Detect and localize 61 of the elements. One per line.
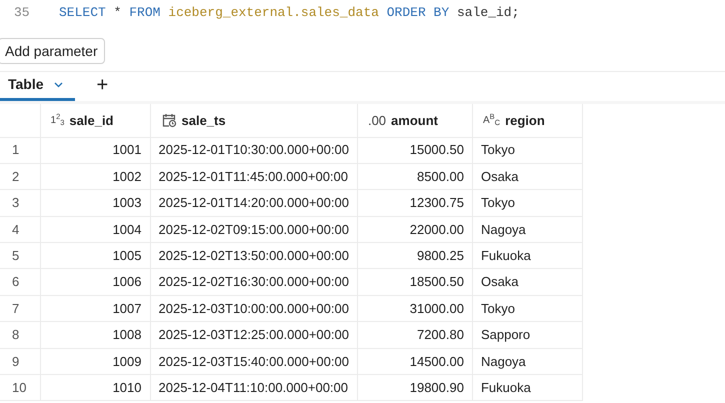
table-cell: 1005 — [112, 248, 142, 263]
table-cell: Nagoya — [480, 222, 526, 237]
row-number: 6 — [12, 274, 20, 290]
table-cell: 2025-12-04T11:10:00.000+00:00 — [158, 380, 348, 395]
table-cell: 15000.50 — [410, 142, 464, 158]
chevron-down-icon — [54, 82, 63, 88]
column-header: sale_id — [69, 112, 114, 130]
row-number: 2 — [12, 168, 20, 184]
table-cell: Fukuoka — [480, 380, 531, 395]
table-cell: 1004 — [112, 222, 142, 237]
table-cell: 7200.80 — [416, 327, 464, 342]
calendar-clock-icon — [160, 112, 176, 128]
column-header: amount — [391, 112, 438, 130]
table-cell: 8500.00 — [416, 168, 464, 184]
column-header: sale_ts — [182, 112, 226, 130]
row-number: 5 — [12, 248, 20, 263]
line-number: 35 — [14, 4, 31, 22]
table-cell: 2025-12-02T13:50:00.000+00:00 — [158, 248, 349, 263]
table-cell: 2025-12-03T10:00:00.000+00:00 — [158, 300, 349, 316]
row-number: 1 — [12, 142, 20, 158]
row-number: 8 — [12, 327, 20, 342]
table-cell: Nagoya — [480, 354, 526, 369]
table-cell: 2025-12-03T12:25:00.000+00:00 — [158, 327, 349, 342]
table-cell: 1007 — [112, 300, 142, 316]
table-cell: 1009 — [112, 354, 142, 369]
column-header: region — [505, 112, 545, 130]
table-cell: 1010 — [112, 380, 142, 395]
table-cell: 14500.00 — [410, 354, 464, 369]
table-cell: 2025-12-03T15:40:00.000+00:00 — [158, 354, 349, 369]
table-cell: 12300.75 — [410, 195, 464, 210]
row-number: 9 — [12, 354, 20, 369]
sql-code-line: SELECT * FROM iceberg_external.sales_data ORDER BY sale_id; — [59, 4, 520, 22]
table-cell: Fukuoka — [480, 248, 531, 263]
table-cell: 1002 — [112, 168, 142, 184]
table-cell: 1008 — [112, 327, 142, 342]
row-number: 4 — [12, 222, 20, 237]
table-cell: 2025-12-01T10:30:00.000+00:00 — [158, 142, 349, 158]
table-cell: Osaka — [480, 168, 519, 184]
table-cell: Tokyo — [480, 300, 515, 316]
table-cell: 2025-12-02T16:30:00.000+00:00 — [158, 274, 349, 290]
table-cell: Sapporo — [480, 327, 530, 342]
row-number: 7 — [12, 300, 20, 316]
table-cell: 2025-12-01T11:45:00.000+00:00 — [158, 168, 348, 184]
table-cell: 22000.00 — [410, 222, 464, 237]
decimal-type-icon: .00 — [368, 110, 386, 130]
table-cell: 18500.50 — [410, 274, 464, 290]
table-cell: 1006 — [112, 274, 142, 290]
row-number: 3 — [12, 195, 20, 210]
table-cell: 1003 — [112, 195, 142, 210]
table-cell: 1001 — [112, 142, 142, 158]
table-cell: 31000.00 — [410, 300, 464, 316]
table-cell: 2025-12-02T09:15:00.000+00:00 — [158, 222, 349, 237]
table-cell: 9800.25 — [416, 248, 464, 263]
table-cell: Osaka — [480, 274, 519, 290]
table-cell: 19800.90 — [410, 380, 464, 395]
table-cell: Tokyo — [480, 195, 515, 210]
row-number: 10 — [12, 380, 26, 395]
add-tab-button[interactable]: + — [94, 72, 110, 98]
add-parameter-button[interactable]: Add parameter — [0, 38, 105, 64]
table-cell: Tokyo — [480, 142, 515, 158]
table-cell: 2025-12-01T14:20:00.000+00:00 — [158, 195, 349, 210]
